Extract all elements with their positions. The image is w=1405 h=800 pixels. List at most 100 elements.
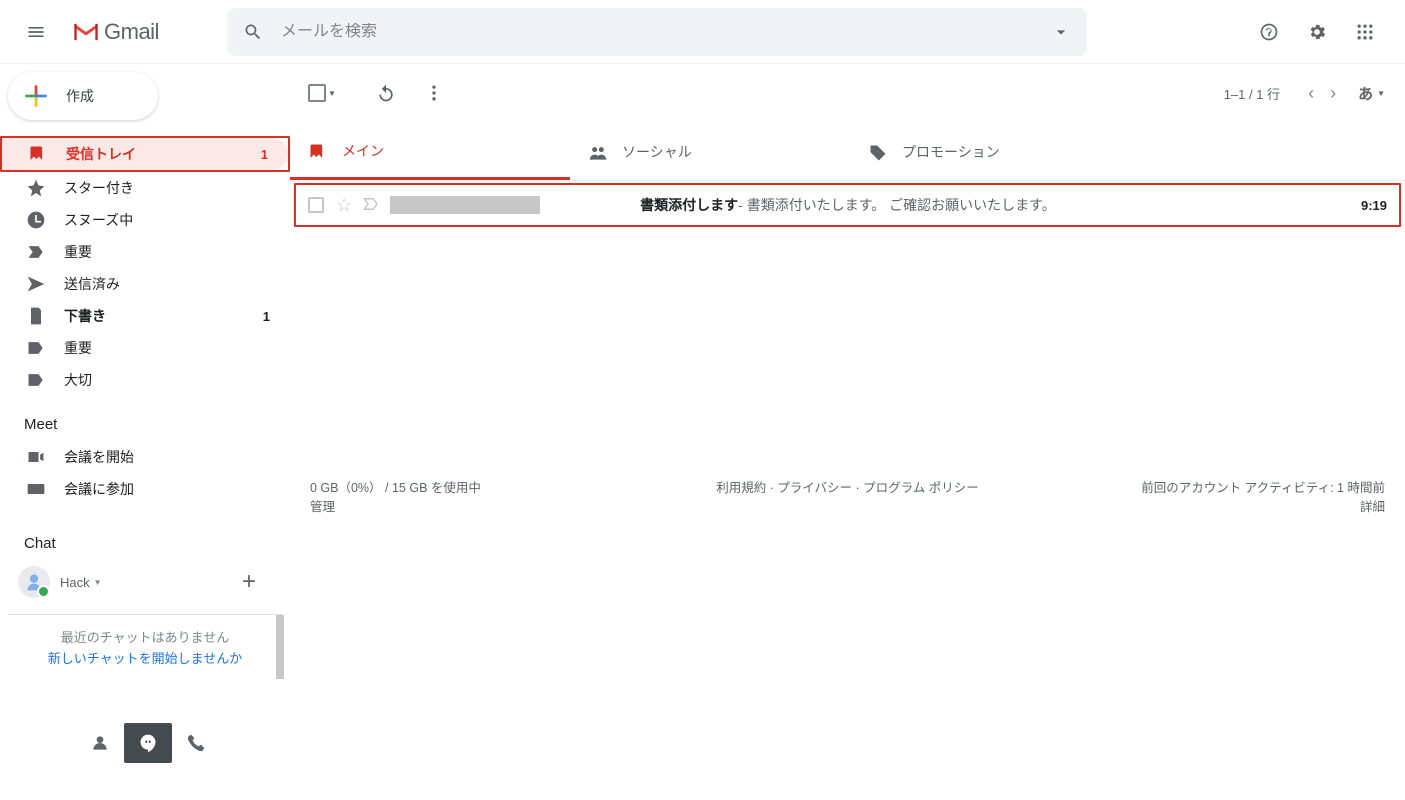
- highlight-mail-row: ☆ 書類添付します - 書類添付いたします。 ご確認お願いいたします。 9:19: [294, 183, 1401, 227]
- page-count-label: 1–1 / 1 行: [1224, 84, 1280, 103]
- sent-icon: [26, 274, 46, 294]
- app-header: Gmail: [0, 0, 1405, 64]
- nav-sent[interactable]: 送信済み: [0, 268, 290, 300]
- compose-label: 作成: [66, 86, 94, 106]
- caret-down-icon: ▼: [1377, 89, 1385, 98]
- compose-wrap: 作成: [0, 72, 290, 136]
- mail-date: 9:19: [1361, 198, 1387, 213]
- search-icon[interactable]: [233, 22, 273, 42]
- policy-links[interactable]: 利用規約 · プライバシー · プログラム ポリシー: [716, 481, 979, 495]
- nav-label: 重要: [64, 242, 92, 262]
- person-icon: [24, 572, 44, 592]
- chat-start-link[interactable]: 新しいチャットを開始しませんか: [8, 648, 282, 667]
- input-method-button[interactable]: あ ▼: [1358, 83, 1385, 104]
- nav-label: 下書き: [64, 306, 106, 326]
- storage-manage-link[interactable]: 管理: [310, 500, 335, 514]
- nav-label-important[interactable]: 重要: [0, 332, 290, 364]
- search-input[interactable]: [273, 23, 1041, 41]
- nav-snoozed[interactable]: スヌーズ中: [0, 204, 290, 236]
- category-tabs: メイン ソーシャル プロモーション: [290, 124, 1405, 181]
- caret-down-icon: [1051, 22, 1071, 42]
- star-icon: [26, 178, 46, 198]
- chat-user-row[interactable]: Hack ▼ +: [0, 560, 290, 604]
- header-actions: [1245, 12, 1397, 52]
- mail-subject: 書類添付します: [640, 195, 738, 215]
- nav-starred[interactable]: スター付き: [0, 172, 290, 204]
- apps-grid-icon: [1355, 22, 1375, 42]
- gmail-logo[interactable]: Gmail: [64, 19, 167, 45]
- nav-label: 送信済み: [64, 274, 120, 294]
- nav-label: 重要: [64, 338, 92, 358]
- more-button[interactable]: [414, 83, 454, 103]
- highlight-inbox: 受信トレイ 1: [0, 136, 290, 172]
- label-icon: [26, 338, 46, 358]
- footer-policies: 利用規約 · プライバシー · プログラム ポリシー: [668, 477, 1026, 515]
- page-next-button[interactable]: ›: [1322, 83, 1344, 104]
- more-vert-icon: [424, 83, 444, 103]
- page-prev-button[interactable]: ‹: [1300, 83, 1322, 104]
- tab-social[interactable]: ソーシャル: [570, 124, 850, 180]
- select-all-checkbox[interactable]: ▼: [308, 84, 336, 102]
- main-pane: ▼ 1–1 / 1 行 ‹ › あ ▼ メイン: [290, 64, 1405, 800]
- important-icon: [26, 242, 46, 262]
- phone-icon: [186, 733, 206, 753]
- chat-section: Chat Hack ▼ + 最近のチャットはありません 新しいチャットを開始しま…: [0, 525, 290, 679]
- keyboard-icon: [26, 479, 46, 499]
- sender-redacted: [390, 196, 540, 214]
- chat-user-name: Hack: [60, 575, 90, 590]
- search-bar[interactable]: [227, 8, 1087, 56]
- app-name-label: Gmail: [100, 19, 159, 45]
- mail-row[interactable]: ☆ 書類添付します - 書類添付いたします。 ご確認お願いいたします。 9:19: [296, 185, 1399, 225]
- nav-count: 1: [263, 309, 270, 324]
- label-icon: [26, 370, 46, 390]
- meet-section-title: Meet: [0, 396, 290, 441]
- chat-empty-text: 最近のチャットはありません: [8, 627, 282, 646]
- nav-important[interactable]: 重要: [0, 236, 290, 268]
- refresh-button[interactable]: [366, 83, 406, 103]
- gmail-logo-icon: [72, 21, 100, 43]
- meet-join[interactable]: 会議に参加: [0, 473, 290, 505]
- draft-icon: [26, 306, 46, 326]
- main-menu-button[interactable]: [12, 8, 60, 56]
- activity-details-link[interactable]: 詳細: [1360, 500, 1385, 514]
- mail-content: 書類添付します - 書類添付いたします。 ご確認お願いいたします。: [640, 195, 1056, 215]
- tab-primary[interactable]: メイン: [290, 124, 570, 180]
- phone-tab[interactable]: [172, 723, 220, 763]
- search-options-button[interactable]: [1041, 22, 1081, 42]
- caret-down-icon[interactable]: ▼: [328, 89, 336, 98]
- chat-section-title: Chat: [0, 525, 290, 560]
- help-icon: [1259, 22, 1279, 42]
- nav-label-precious[interactable]: 大切: [0, 364, 290, 396]
- row-checkbox[interactable]: [308, 197, 324, 213]
- app-body: 作成 受信トレイ 1 スター付き スヌーズ中 重要: [0, 64, 1405, 800]
- footer: 0 GB（0%） / 15 GB を使用中 管理 利用規約 · プライバシー ·…: [290, 227, 1405, 535]
- support-button[interactable]: [1249, 12, 1289, 52]
- gear-icon: [1307, 22, 1327, 42]
- refresh-icon: [376, 83, 396, 103]
- new-chat-button[interactable]: +: [242, 568, 272, 596]
- importance-toggle[interactable]: [362, 195, 380, 216]
- contacts-tab[interactable]: [76, 723, 124, 763]
- star-toggle[interactable]: ☆: [336, 195, 352, 216]
- mail-snippet: - 書類添付いたします。 ご確認お願いいたします。: [738, 195, 1056, 215]
- meet-start[interactable]: 会議を開始: [0, 441, 290, 473]
- nav-inbox[interactable]: 受信トレイ 1: [2, 138, 288, 170]
- checkbox-icon: [308, 84, 326, 102]
- tab-promotions[interactable]: プロモーション: [850, 124, 1130, 180]
- tab-label: プロモーション: [902, 142, 1000, 162]
- bottom-switcher: [0, 723, 290, 763]
- hamburger-icon: [26, 22, 46, 42]
- nav-drafts[interactable]: 下書き 1: [0, 300, 290, 332]
- nav-label: 受信トレイ: [66, 144, 136, 164]
- hangouts-icon: [138, 733, 158, 753]
- settings-button[interactable]: [1297, 12, 1337, 52]
- compose-plus-icon: [20, 80, 52, 112]
- apps-button[interactable]: [1345, 12, 1385, 52]
- hangouts-tab[interactable]: [124, 723, 172, 763]
- people-icon: [588, 143, 606, 161]
- sidebar: 作成 受信トレイ 1 スター付き スヌーズ中 重要: [0, 64, 290, 800]
- compose-button[interactable]: 作成: [8, 72, 158, 120]
- tab-label: ソーシャル: [622, 142, 692, 162]
- toolbar-right: 1–1 / 1 行 ‹ › あ ▼: [1224, 83, 1385, 104]
- person-icon: [90, 733, 110, 753]
